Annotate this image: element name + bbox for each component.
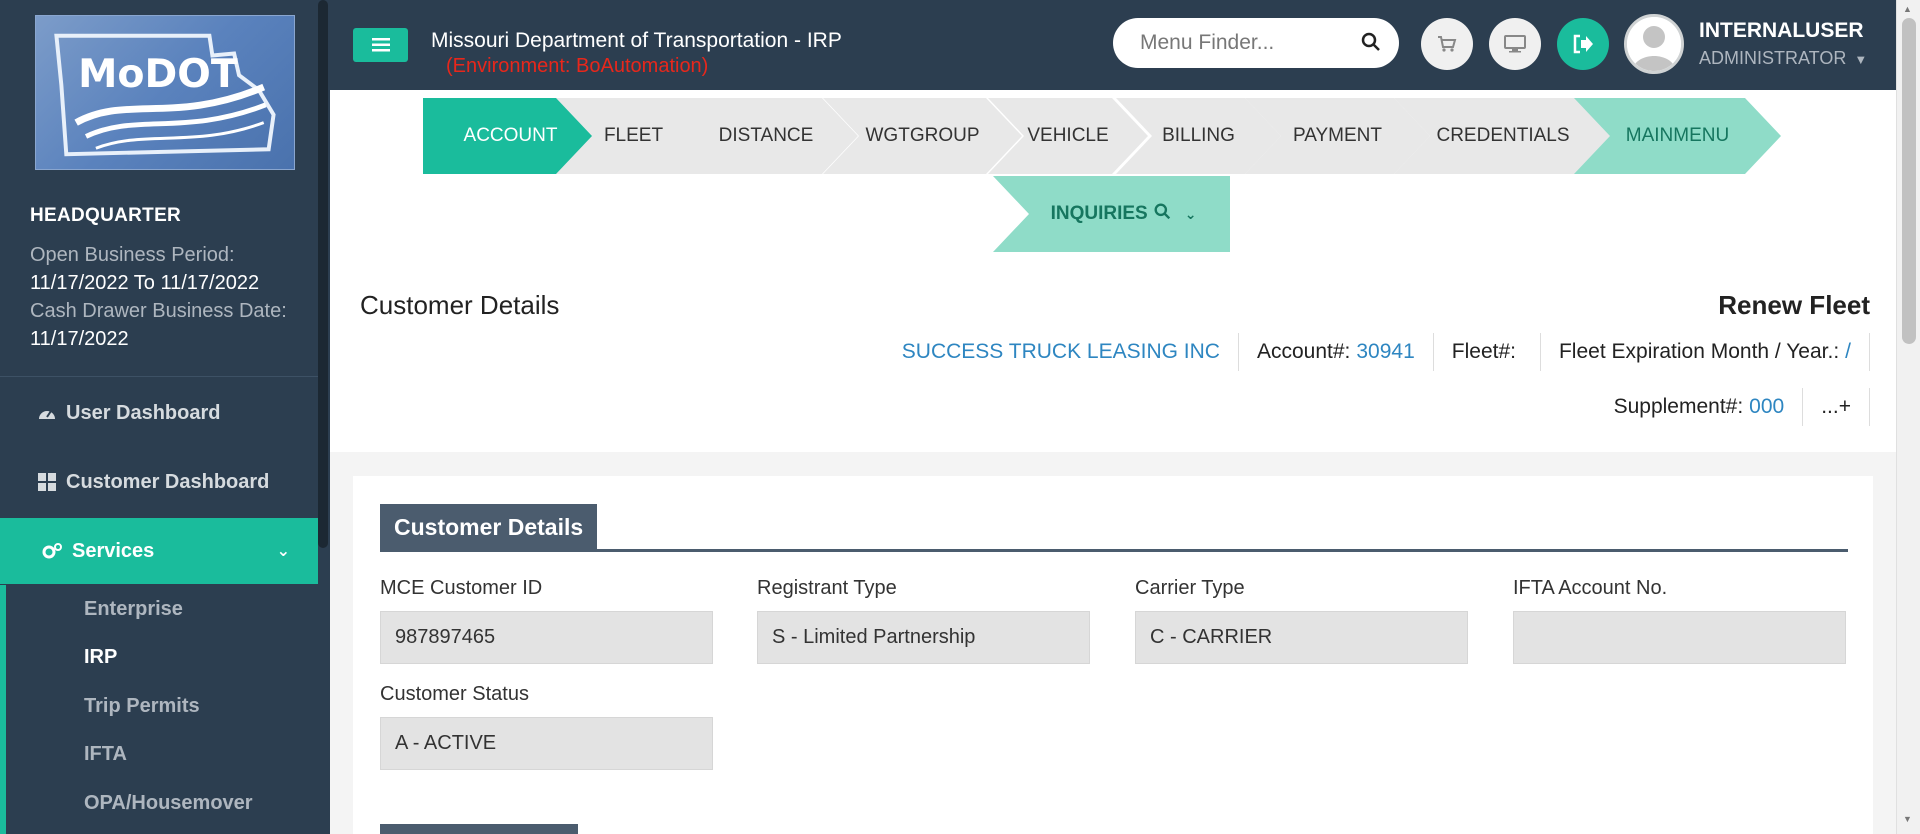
account-info-row: SUCCESS TRUCK LEASING INC Account#: 30941… [884, 333, 1870, 371]
customer-status-label: Customer Status [380, 683, 529, 705]
sidebar-item-user-dashboard[interactable]: User Dashboard [0, 380, 318, 446]
sidebar-item-services[interactable]: Services ⌄ [0, 518, 318, 584]
username[interactable]: INTERNALUSER [1699, 19, 1864, 43]
user-avatar-icon [1627, 17, 1681, 71]
mce-customer-id-label: MCE Customer ID [380, 577, 543, 599]
hamburger-icon [371, 38, 390, 52]
grid-icon [36, 473, 58, 491]
fleet-expiration-label: Fleet Expiration Month / Year.: [1558, 340, 1840, 363]
submenu-item-opa-housemover[interactable]: OPA/Housemover [6, 779, 318, 828]
account-label: Account#: [1256, 340, 1351, 363]
menu-toggle-button[interactable] [353, 28, 408, 62]
customer-status-field[interactable]: A - ACTIVE [380, 717, 713, 770]
logo-text: MoDOT [78, 51, 238, 97]
desktop-button[interactable] [1489, 18, 1541, 70]
modot-logo: MoDOT [35, 15, 295, 170]
app-title: Missouri Department of Transportation - … [431, 29, 842, 52]
account-number-link[interactable]: 30941 [1356, 340, 1414, 364]
search-icon [1154, 203, 1171, 226]
menu-finder-input[interactable]: Menu Finder... [1113, 18, 1399, 68]
cash-drawer-label: Cash Drawer Business Date: [30, 300, 287, 322]
inquiries-label: INQUIRIES [1050, 203, 1148, 224]
monitor-icon [1504, 35, 1526, 53]
environment-label: (Environment: BoAutomation) [446, 55, 709, 77]
page-title: Customer Details [360, 290, 560, 320]
submenu-item-irp[interactable]: IRP [6, 634, 318, 683]
cash-drawer-value: 11/17/2022 [30, 328, 129, 350]
sidebar: MoDOT HEADQUARTER Open Business Period: … [0, 0, 330, 834]
logout-button[interactable] [1557, 18, 1609, 70]
supplement-info-row: Supplement#: 000 ...+ [1596, 388, 1870, 426]
caret-down-icon: ▼ [1854, 52, 1868, 67]
mce-customer-id-field[interactable]: 987897465 [380, 611, 713, 664]
more-cell: ...+ [1803, 388, 1870, 426]
sidebar-item-label: Services [72, 539, 155, 562]
carrier-type-label: Carrier Type [1135, 577, 1245, 599]
registrant-type-field[interactable]: S - Limited Partnership [757, 611, 1090, 664]
chevron-down-icon: ⌄ [1184, 205, 1197, 222]
logout-icon [1573, 34, 1593, 54]
cart-button[interactable] [1421, 18, 1473, 70]
ifta-account-field[interactable] [1513, 611, 1846, 664]
dashboard-icon [36, 405, 58, 421]
scroll-down-icon[interactable]: ▼ [1903, 814, 1912, 824]
office-name: HEADQUARTER [30, 205, 182, 226]
user-role-text: ADMINISTRATOR [1699, 48, 1847, 68]
sidebar-item-label: Customer Dashboard [66, 470, 270, 493]
carrier-type-field[interactable]: C - CARRIER [1135, 611, 1468, 664]
services-submenu: Enterprise IRP Trip Permits IFTA OPA/Hou… [0, 585, 318, 834]
sidebar-item-label: User Dashboard [66, 401, 221, 424]
section-divider [380, 549, 1848, 552]
sidebar-divider [0, 376, 318, 377]
chevron-down-icon: ⌄ [276, 543, 290, 560]
submenu-item-ifta[interactable]: IFTA [6, 731, 318, 780]
section-title: Customer Details [380, 504, 598, 551]
search-icon[interactable] [1361, 32, 1381, 58]
fleet-cell: Fleet#: [1434, 333, 1541, 371]
company-name-cell: SUCCESS TRUCK LEASING INC [884, 333, 1239, 371]
header-area: ACCOUNT FLEET DISTANCE WGTGROUP VEHICLE … [330, 90, 1896, 452]
modot-logo-graphic: MoDOT [54, 33, 276, 157]
submenu-item-trip-permits[interactable]: Trip Permits [6, 682, 318, 731]
submenu-item-enterprise[interactable]: Enterprise [6, 585, 318, 634]
page-scrollbar[interactable]: ▲ ▼ [1896, 0, 1920, 834]
registrant-type-label: Registrant Type [757, 577, 897, 599]
account-cell: Account#: 30941 [1239, 333, 1434, 371]
fleet-expiration-value: / [1845, 340, 1851, 363]
open-period-label: Open Business Period: [30, 244, 235, 266]
fleet-expiration-cell: Fleet Expiration Month / Year.: / [1541, 333, 1870, 371]
inquiries-dropdown[interactable]: INQUIRIES ⌄ [993, 176, 1230, 252]
more-details-link[interactable]: ...+ [1821, 395, 1851, 419]
supplement-cell: Supplement#: 000 [1596, 388, 1804, 426]
company-name-link[interactable]: SUCCESS TRUCK LEASING INC [902, 340, 1220, 364]
customer-details-card: Customer Details MCE Customer ID 9878974… [353, 476, 1873, 834]
sidebar-item-customer-dashboard[interactable]: Customer Dashboard [0, 449, 318, 515]
cart-icon [1438, 36, 1457, 52]
fleet-label: Fleet#: [1451, 340, 1516, 363]
gears-icon [42, 542, 64, 560]
supplement-number: 000 [1749, 395, 1785, 418]
open-period-value: 11/17/2022 To 11/17/2022 [30, 272, 260, 294]
renew-fleet-title: Renew Fleet [1718, 290, 1870, 320]
next-section-tab [380, 824, 578, 834]
sidebar-scrollbar[interactable] [318, 0, 328, 548]
ifta-account-label: IFTA Account No. [1513, 577, 1668, 599]
office-info: HEADQUARTER Open Business Period: 11/17/… [30, 205, 310, 353]
top-bar: Missouri Department of Transportation - … [330, 0, 1900, 90]
menu-finder-placeholder: Menu Finder... [1140, 31, 1275, 54]
user-role[interactable]: ADMINISTRATOR ▼ [1699, 48, 1867, 69]
scroll-up-icon[interactable]: ▲ [1903, 4, 1912, 14]
avatar[interactable] [1624, 14, 1684, 74]
scrollbar-thumb[interactable] [1902, 18, 1916, 344]
supplement-label: Supplement#: [1613, 395, 1744, 418]
